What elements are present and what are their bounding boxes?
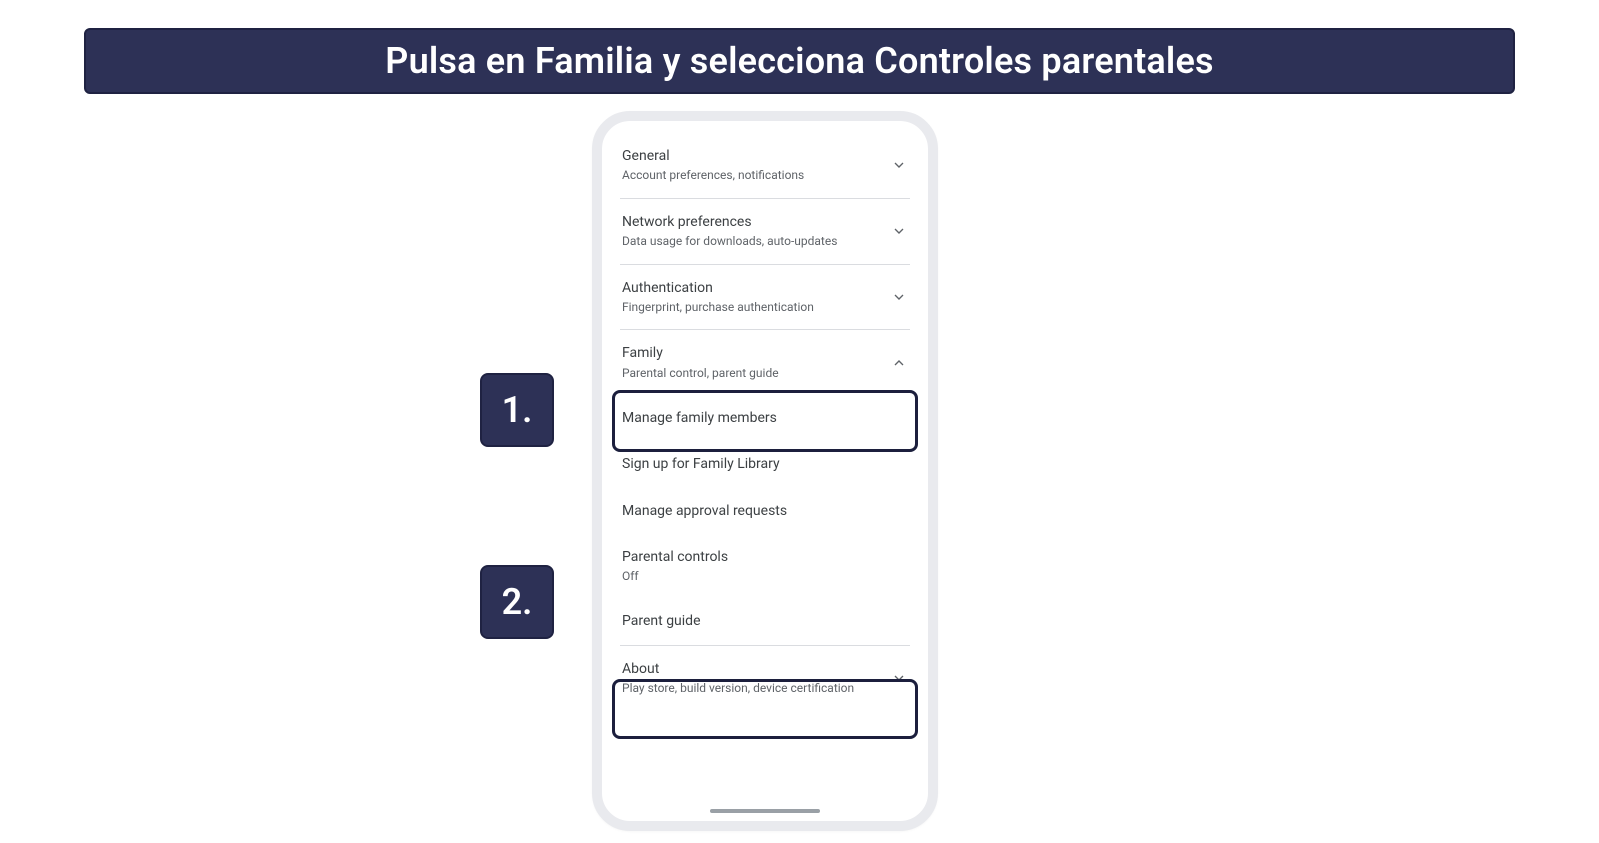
row-subtitle: Play store, build version, device certif… (622, 681, 854, 697)
row-subtitle: Account preferences, notifications (622, 168, 804, 184)
row-subtitle: Fingerprint, purchase authentication (622, 300, 814, 316)
settings-list: General Account preferences, notificatio… (620, 133, 910, 710)
settings-row-about[interactable]: About Play store, build version, device … (620, 646, 910, 711)
row-subtitle: Parental control, parent guide (622, 366, 779, 382)
settings-row-approval-requests[interactable]: Manage approval requests (620, 488, 910, 534)
step-badge-2: 2. (480, 565, 554, 639)
settings-row-general[interactable]: General Account preferences, notificatio… (620, 133, 910, 199)
step-2-label: 2. (502, 581, 533, 623)
settings-row-family-library[interactable]: Sign up for Family Library (620, 441, 910, 487)
row-subtitle: Data usage for downloads, auto-updates (622, 234, 837, 250)
chevron-down-icon (890, 669, 908, 687)
row-title: Authentication (622, 279, 814, 297)
phone-frame: General Account preferences, notificatio… (592, 111, 938, 831)
instruction-text: Pulsa en Familia y selecciona Controles … (385, 40, 1213, 82)
gesture-bar (710, 809, 820, 813)
row-title: Family (622, 344, 779, 362)
row-subtitle: Off (622, 569, 728, 585)
step-1-label: 1. (502, 389, 533, 431)
settings-row-manage-members[interactable]: Manage family members (620, 395, 910, 441)
row-title: Sign up for Family Library (622, 455, 780, 473)
chevron-up-icon (890, 354, 908, 372)
row-title: About (622, 660, 854, 678)
row-title: Network preferences (622, 213, 837, 231)
row-title: General (622, 147, 804, 165)
chevron-down-icon (890, 156, 908, 174)
instruction-banner: Pulsa en Familia y selecciona Controles … (84, 28, 1515, 94)
row-title: Parent guide (622, 612, 701, 630)
step-badge-1: 1. (480, 373, 554, 447)
row-title: Parental controls (622, 548, 728, 566)
settings-row-network[interactable]: Network preferences Data usage for downl… (620, 199, 910, 265)
chevron-down-icon (890, 222, 908, 240)
row-title: Manage approval requests (622, 502, 787, 520)
settings-row-family[interactable]: Family Parental control, parent guide (620, 330, 910, 395)
settings-row-parental-controls[interactable]: Parental controls Off (620, 534, 910, 599)
row-title: Manage family members (622, 409, 777, 427)
settings-row-authentication[interactable]: Authentication Fingerprint, purchase aut… (620, 265, 910, 331)
settings-row-parent-guide[interactable]: Parent guide (620, 598, 910, 645)
chevron-down-icon (890, 288, 908, 306)
